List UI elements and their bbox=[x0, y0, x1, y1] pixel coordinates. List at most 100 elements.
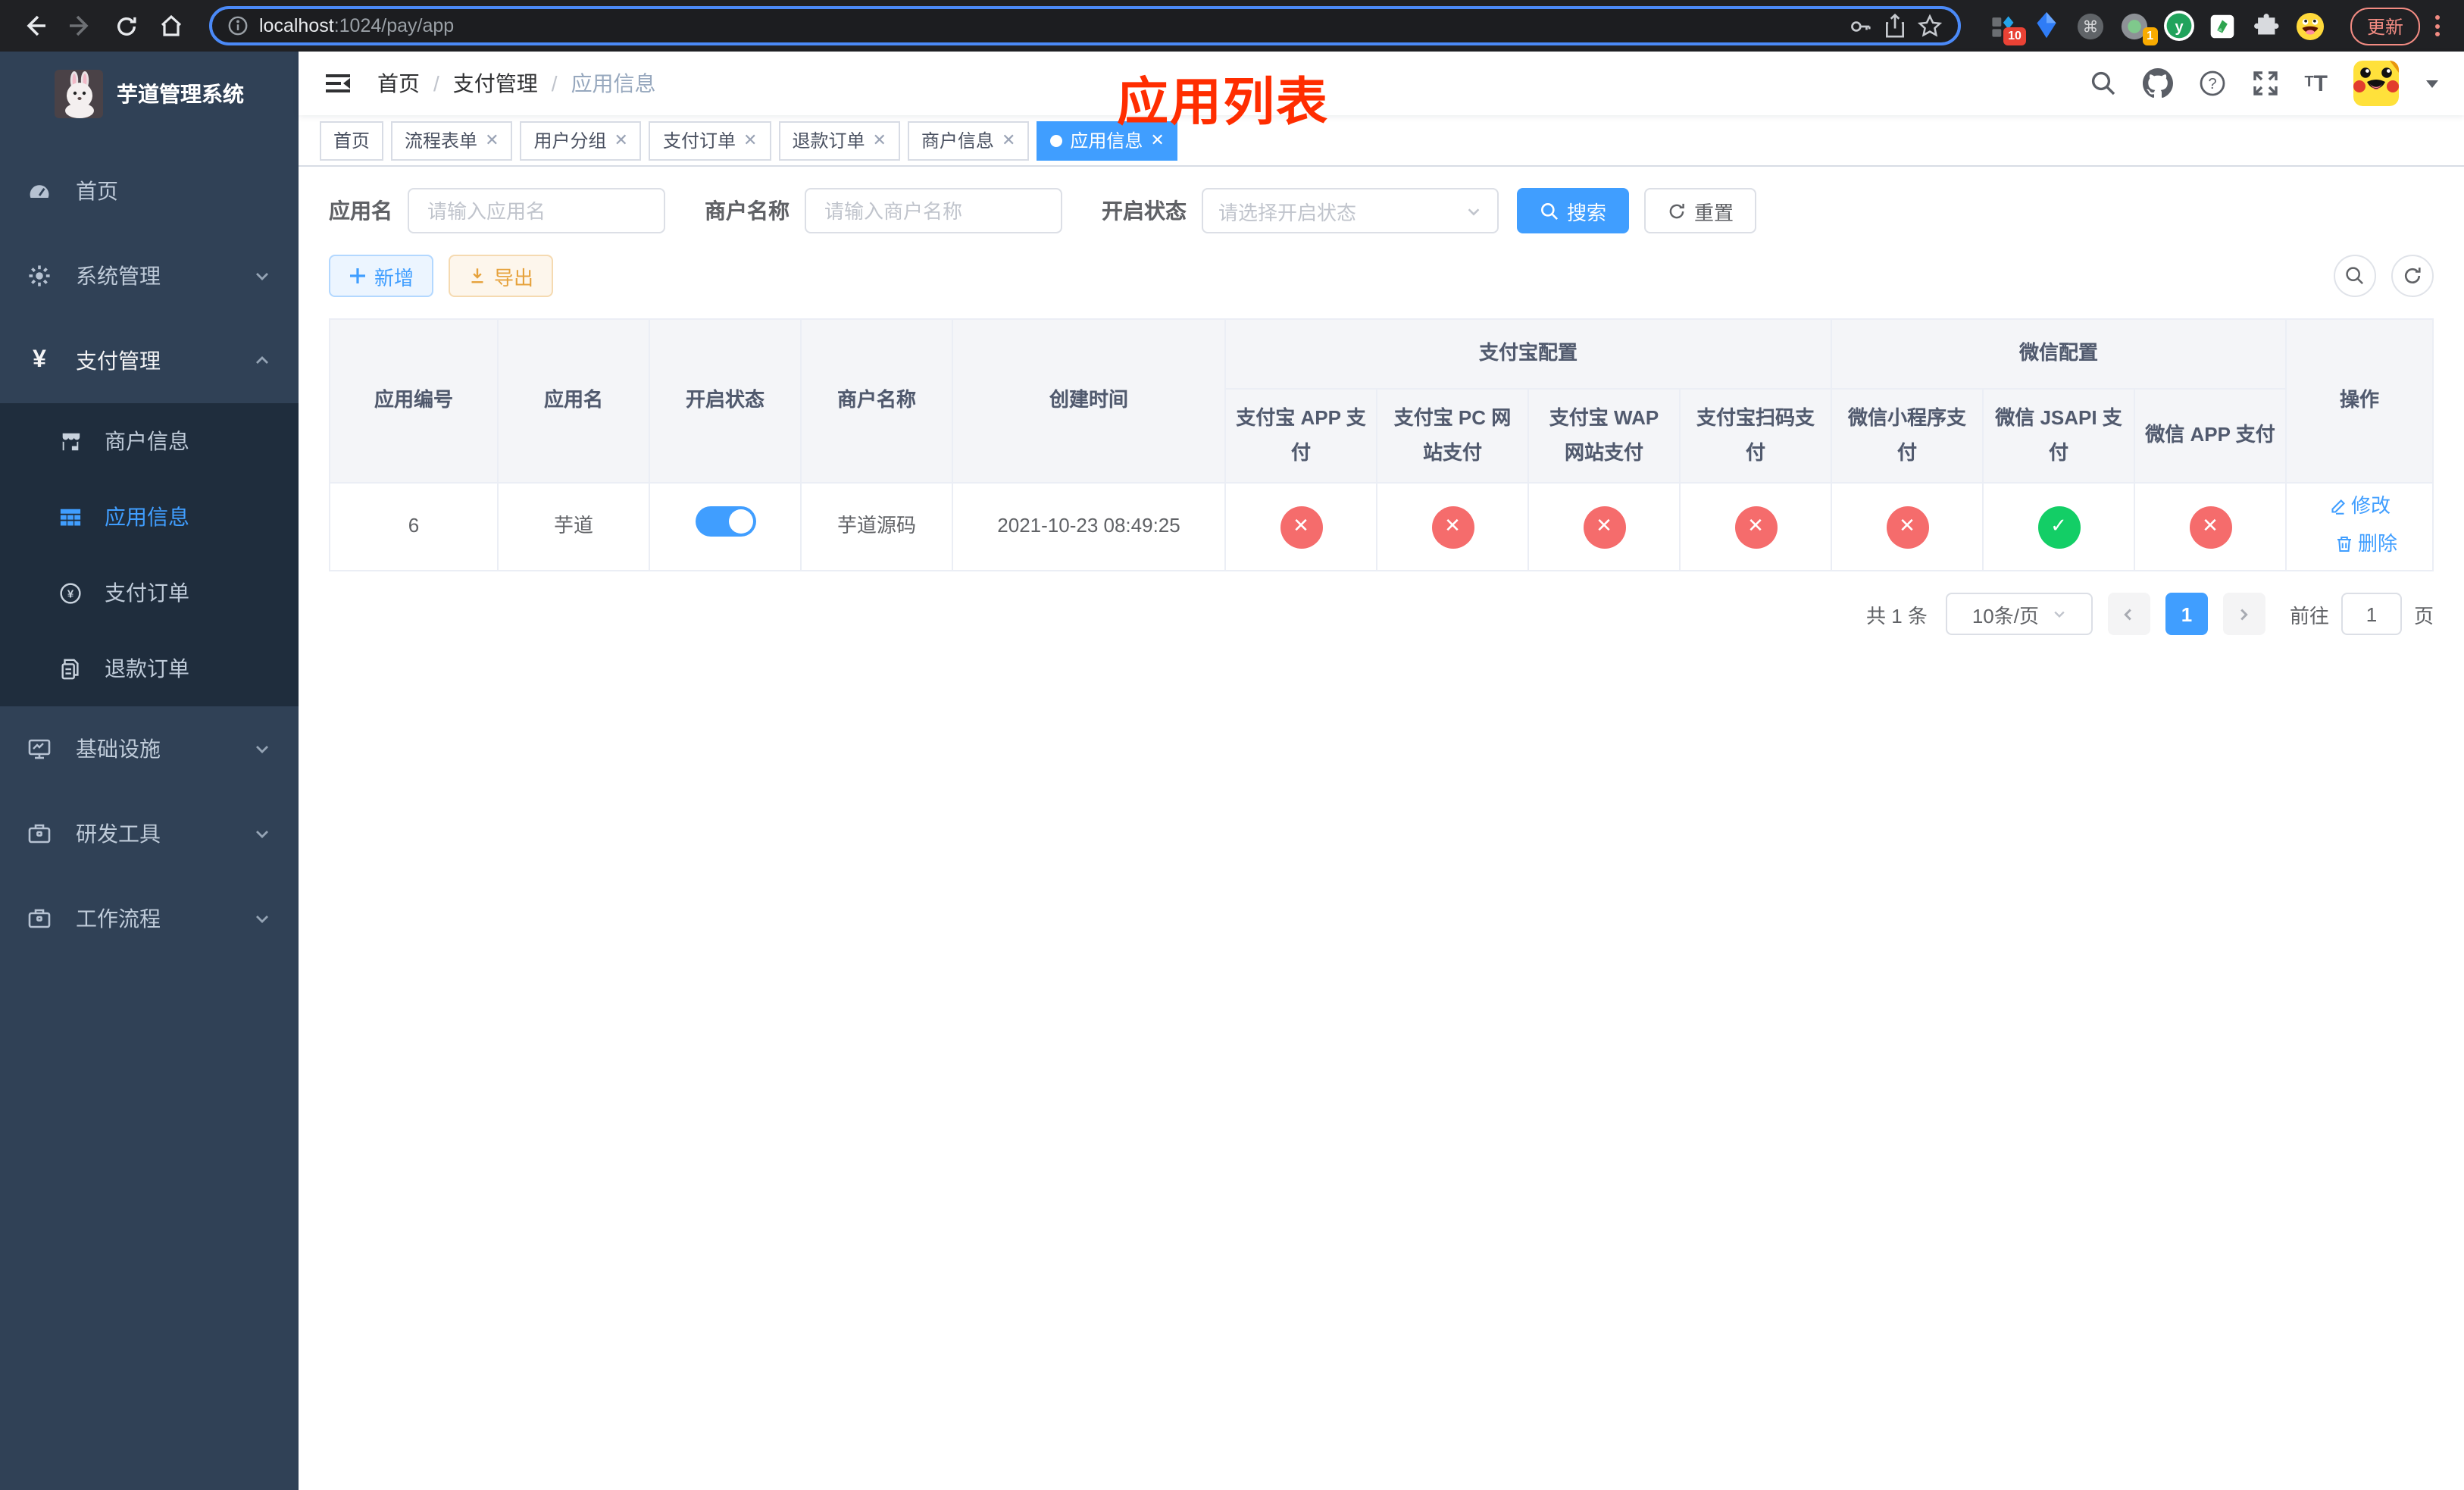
tab-close-icon[interactable]: ✕ bbox=[872, 130, 886, 150]
breadcrumb-separator: / bbox=[433, 71, 439, 95]
merchant-name-input[interactable] bbox=[805, 188, 1062, 233]
delete-link[interactable]: 删除 bbox=[2335, 527, 2397, 560]
sidebar-item-label: 商户信息 bbox=[105, 429, 189, 453]
sidebar-item-pay-order[interactable]: ¥ 支付订单 bbox=[0, 555, 299, 631]
breadcrumb-current: 应用信息 bbox=[571, 71, 656, 95]
edit-link[interactable]: 修改 bbox=[2328, 490, 2391, 524]
tab-close-icon[interactable]: ✕ bbox=[1002, 130, 1015, 150]
export-button[interactable]: 导出 bbox=[449, 255, 554, 297]
breadcrumb-separator: / bbox=[551, 71, 558, 95]
sidebar-item-dev-tools[interactable]: 研发工具 bbox=[0, 791, 299, 876]
bookmark-star-icon[interactable] bbox=[1917, 13, 1943, 39]
forward-icon[interactable] bbox=[61, 6, 100, 45]
prev-page-button[interactable] bbox=[2107, 593, 2150, 635]
wx-mini-status-icon: ✕ bbox=[1886, 506, 1929, 548]
back-icon[interactable] bbox=[15, 6, 55, 45]
github-icon[interactable] bbox=[2142, 68, 2173, 99]
password-key-icon[interactable] bbox=[1847, 13, 1873, 39]
chevron-left-icon bbox=[2125, 608, 2132, 620]
sidebar-logo[interactable]: 芋道管理系统 bbox=[0, 52, 299, 136]
sidebar-item-infrastructure[interactable]: 基础设施 bbox=[0, 706, 299, 791]
extension-emoji-icon[interactable] bbox=[2296, 11, 2326, 41]
export-button-label: 导出 bbox=[494, 266, 534, 289]
svg-text:?: ? bbox=[2208, 76, 2216, 92]
sidebar-item-label: 退款订单 bbox=[105, 656, 189, 681]
sidebar-item-workflow[interactable]: 工作流程 bbox=[0, 876, 299, 961]
tab-merchant-info[interactable]: 商户信息 ✕ bbox=[907, 121, 1030, 160]
extension-yudao-icon[interactable]: y bbox=[2163, 11, 2194, 41]
page-unit-label: 页 bbox=[2413, 604, 2434, 627]
page-annotation-title: 应用列表 bbox=[1117, 74, 1329, 132]
extension-grid-icon[interactable]: 10 bbox=[1988, 11, 2026, 45]
browser-menu-icon[interactable] bbox=[2426, 15, 2449, 36]
col-group-wechat: 微信配置 bbox=[1831, 318, 2287, 390]
tab-close-icon[interactable]: ✕ bbox=[614, 130, 628, 150]
page-size-select[interactable]: 10条/页 bbox=[1945, 593, 2093, 635]
extension-badge: 10 bbox=[2003, 27, 2026, 45]
download-icon bbox=[471, 268, 483, 283]
header-search-icon[interactable] bbox=[2089, 70, 2116, 97]
tab-close-icon[interactable]: ✕ bbox=[485, 130, 499, 150]
tab-user-group[interactable]: 用户分组 ✕ bbox=[520, 121, 642, 160]
extension-puzzle-icon[interactable] bbox=[2252, 11, 2282, 41]
app-name-input[interactable] bbox=[408, 188, 665, 233]
tab-label: 用户分组 bbox=[533, 130, 607, 152]
svg-text:¥: ¥ bbox=[67, 587, 73, 600]
avatar-caret-icon[interactable] bbox=[2425, 76, 2440, 91]
tab-refund-order[interactable]: 退款订单 ✕ bbox=[778, 121, 900, 160]
col-wx-app: 微信 APP 支付 bbox=[2134, 388, 2287, 484]
share-icon[interactable] bbox=[1884, 14, 1906, 38]
grid-icon bbox=[58, 506, 82, 528]
tab-close-icon[interactable]: ✕ bbox=[743, 130, 757, 150]
add-button[interactable]: 新增 bbox=[329, 255, 434, 297]
search-icon bbox=[1541, 202, 1559, 220]
sidebar-item-app-info[interactable]: 应用信息 bbox=[0, 479, 299, 555]
page-number-1[interactable]: 1 bbox=[2165, 593, 2208, 635]
help-icon[interactable]: ? bbox=[2198, 70, 2225, 97]
select-placeholder: 请选择开启状态 bbox=[1218, 201, 1357, 224]
logo-rabbit-image bbox=[55, 70, 103, 118]
url-bar[interactable]: localhost:1024/pay/app bbox=[209, 6, 1961, 45]
reset-button[interactable]: 重置 bbox=[1644, 188, 1757, 233]
extension-kite-icon[interactable] bbox=[2032, 11, 2062, 41]
browser-update-button[interactable]: 更新 bbox=[2350, 7, 2420, 45]
sidebar-item-home[interactable]: 首页 bbox=[0, 149, 299, 233]
next-page-button[interactable] bbox=[2222, 593, 2265, 635]
extension-docs-icon[interactable] bbox=[2208, 11, 2238, 41]
sidebar-item-label: 研发工具 bbox=[76, 822, 161, 846]
search-button[interactable]: 搜索 bbox=[1517, 188, 1630, 233]
fullscreen-icon[interactable] bbox=[2251, 70, 2278, 97]
wx-jsapi-status-icon: ✓ bbox=[2037, 506, 2081, 548]
col-alipay-qr: 支付宝扫码支付 bbox=[1678, 388, 1833, 484]
hamburger-icon[interactable] bbox=[323, 68, 353, 99]
font-size-icon[interactable]: TT bbox=[2304, 72, 2328, 95]
home-icon[interactable] bbox=[152, 6, 191, 45]
breadcrumb-home[interactable]: 首页 bbox=[377, 68, 420, 99]
goto-page-input[interactable] bbox=[2340, 593, 2402, 635]
open-status-select[interactable]: 请选择开启状态 bbox=[1202, 188, 1499, 233]
breadcrumb-payment[interactable]: 支付管理 bbox=[453, 68, 538, 99]
tab-pay-order[interactable]: 支付订单 ✕ bbox=[649, 121, 771, 160]
sidebar-item-payment[interactable]: ¥ 支付管理 bbox=[0, 318, 299, 403]
add-button-label: 新增 bbox=[374, 266, 414, 289]
sidebar-item-system[interactable]: 系统管理 bbox=[0, 233, 299, 318]
user-avatar[interactable] bbox=[2353, 61, 2399, 106]
briefcase-icon bbox=[27, 906, 52, 931]
refresh-table-button[interactable] bbox=[2391, 255, 2434, 297]
tab-process-form[interactable]: 流程表单 ✕ bbox=[391, 121, 513, 160]
reload-icon[interactable] bbox=[106, 6, 145, 45]
chevron-down-icon bbox=[253, 825, 271, 843]
extension-record-icon[interactable]: 1 bbox=[2120, 11, 2158, 45]
status-switch[interactable] bbox=[695, 506, 755, 537]
sidebar: 芋道管理系统 首页 系统管理 ¥ 支付管理 商户信息 应用信息 ¥ 支付订单 退… bbox=[0, 52, 299, 1490]
sidebar-item-merchant-info[interactable]: 商户信息 bbox=[0, 403, 299, 479]
toggle-search-button[interactable] bbox=[2334, 255, 2376, 297]
search-button-label: 搜索 bbox=[1567, 201, 1607, 224]
site-info-icon[interactable] bbox=[227, 15, 249, 36]
sidebar-item-refund-order[interactable]: 退款订单 bbox=[0, 631, 299, 706]
tab-label: 支付订单 bbox=[662, 130, 736, 152]
filter-form: 应用名 商户名称 开启状态 请选择开启状态 搜索 重置 bbox=[329, 188, 2434, 233]
tab-home[interactable]: 首页 bbox=[320, 121, 384, 160]
edit-link-label: 修改 bbox=[2351, 494, 2391, 518]
extension-command-icon[interactable]: ⌘ bbox=[2076, 11, 2106, 41]
